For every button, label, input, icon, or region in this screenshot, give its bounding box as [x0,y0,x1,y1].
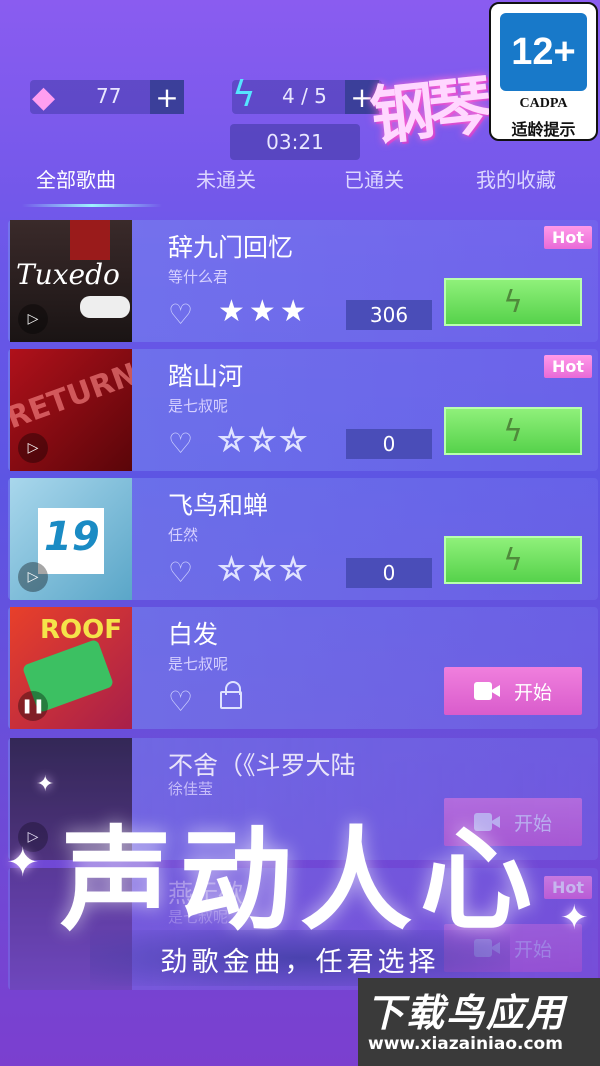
cover-title: Tuxedo [16,258,120,291]
star-rating: ☆☆☆ [217,422,311,459]
song-row[interactable]: 19 ▷ 飞鸟和蝉 任然 ♡ ☆☆☆ 0 ϟ [8,478,598,600]
album-cover[interactable]: ROOF ❚❚ [10,607,132,729]
favorite-heart-icon[interactable]: ♡ [168,685,193,718]
song-title: 不舍（《斗罗大陆 [168,751,356,780]
score-value: 0 [346,429,432,459]
cover-art-shoe [80,296,130,318]
diamond-icon: ◆ [32,80,56,115]
song-row[interactable]: Tuxedo ▷ 辞九门回忆 等什么君 ♡ ★★★ 306 ϟ Hot [8,220,598,342]
score-value: 306 [346,300,432,330]
sparkle-icon: ✦ [6,840,40,886]
energy-count: 4 / 5 [282,84,327,108]
rating-org: CADPA [519,96,568,111]
lightning-icon: ϟ [503,284,523,320]
song-title: 踏山河 [168,362,244,391]
play-preview-icon[interactable]: ▷ [18,562,48,592]
lightning-icon: ϟ [232,74,256,115]
age-rating-badge: 12+ CADPA 适龄提示 [489,2,598,141]
star-rating: ☆☆☆ [217,551,311,588]
watermark-url: www.xiazainiao.com [368,1034,563,1054]
favorite-heart-icon[interactable]: ♡ [168,427,193,460]
song-row[interactable]: ROOF ❚❚ 白发 是七叔呢 ♡ 开始 [8,607,598,729]
lock-icon [220,681,242,709]
hot-badge: Hot [543,876,592,899]
watermark-title: 下载鸟应用 [366,991,567,1035]
gem-count: 77 [96,84,122,108]
start-button[interactable]: 开始 [444,667,582,715]
song-title: 飞鸟和蝉 [168,491,269,520]
play-button[interactable]: ϟ [444,278,582,326]
favorite-heart-icon[interactable]: ♡ [168,556,193,589]
song-artist: 等什么君 [168,268,229,286]
video-camera-icon [473,682,500,700]
song-row[interactable]: RETURN ▷ 踏山河 是七叔呢 ♡ ☆☆☆ 0 ϟ Hot [8,349,598,471]
tab-all-songs[interactable]: 全部歌曲 [36,164,116,193]
cover-art [70,220,110,260]
song-artist: 是七叔呢 [168,655,229,673]
play-preview-icon[interactable]: ▷ [18,304,48,334]
lightning-icon: ϟ [503,542,523,578]
start-label: 开始 [513,681,552,704]
star-rating: ★★★ [218,294,311,329]
sparkle-icon: ✦ [560,898,589,938]
age-rating: 12+ [500,13,587,91]
lightning-icon: ϟ [503,413,523,449]
add-gems-button[interactable]: + [150,80,184,114]
promo-headline: 声动人心 [60,816,540,946]
energy-timer: 03:21 [230,124,360,160]
sparkle-icon: ✦ [36,772,55,797]
score-value: 0 [346,558,432,588]
game-logo: 钢琴 [367,69,491,155]
album-cover[interactable]: 19 ▷ [10,478,132,600]
play-preview-icon[interactable]: ▷ [18,433,48,463]
album-cover[interactable]: RETURN ▷ [10,349,132,471]
song-title: 辞九门回忆 [168,233,294,262]
rating-label: 适龄提示 [511,120,576,139]
promo-subline: 劲歌金曲，任君选择 [160,947,440,978]
site-watermark: 下载鸟应用 www.xiazainiao.com [358,978,600,1066]
song-filter-tabs: 全部歌曲 未通关 已通关 我的收藏 [0,164,600,204]
hot-badge: Hot [543,226,592,249]
active-tab-indicator [22,204,162,207]
song-artist: 任然 [168,526,199,544]
hot-badge: Hot [543,355,592,378]
play-button[interactable]: ϟ [444,536,582,584]
tab-favorites[interactable]: 我的收藏 [476,164,556,193]
favorite-heart-icon[interactable]: ♡ [168,298,193,331]
cover-title: ROOF [40,615,122,645]
album-cover[interactable]: Tuxedo ▷ [10,220,132,342]
tab-cleared[interactable]: 已通关 [344,164,404,193]
cover-title: 19 [44,514,100,560]
cover-title: RETURN [10,356,132,437]
song-artist: 是七叔呢 [168,397,229,415]
play-button[interactable]: ϟ [444,407,582,455]
song-title: 白发 [168,620,219,649]
tab-not-cleared[interactable]: 未通关 [196,164,256,193]
pause-preview-icon[interactable]: ❚❚ [18,691,48,721]
